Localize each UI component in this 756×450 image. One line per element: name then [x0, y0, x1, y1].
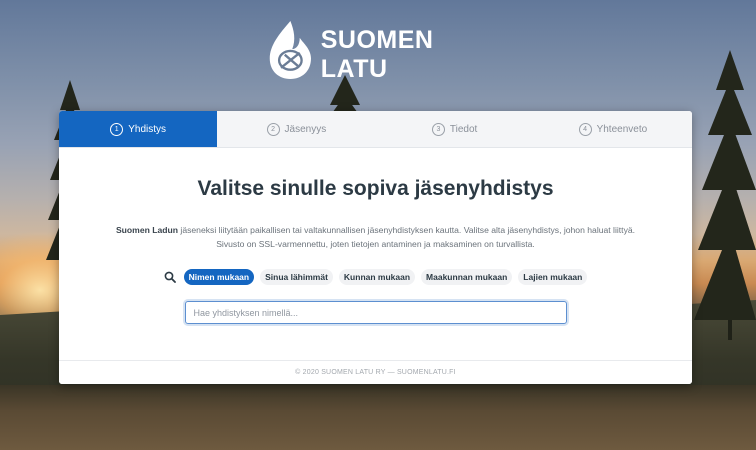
ground — [0, 385, 756, 450]
filter-nearest[interactable]: Sinua lähimmät — [260, 269, 333, 285]
search-mode-filters: Nimen mukaan Sinua lähimmät Kunnan mukaa… — [59, 269, 692, 285]
step-label: Jäsenyys — [284, 123, 327, 135]
step-jasenyys[interactable]: 2 Jäsenyys — [217, 111, 375, 147]
brand-logo[interactable]: SUOMEN LATU — [266, 16, 496, 84]
step-number: 3 — [431, 122, 445, 136]
flame-logo-icon — [269, 20, 311, 80]
step-number: 2 — [266, 122, 280, 136]
signup-card: 1 Yhdistys 2 Jäsenyys 3 Tiedot 4 Yhteenv… — [59, 111, 692, 384]
step-label: Yhteenveto — [596, 123, 648, 135]
page-title: Valitse sinulle sopiva jäsenyhdistys — [197, 177, 554, 200]
filter-by-municipality[interactable]: Kunnan mukaan — [338, 269, 416, 285]
step-label: Yhdistys — [128, 123, 167, 135]
search-icon — [164, 271, 176, 283]
progress-steps: 1 Yhdistys 2 Jäsenyys 3 Tiedot 4 Yhteenv… — [59, 111, 692, 148]
step-yhteenveto[interactable]: 4 Yhteenveto — [534, 111, 692, 147]
intro-line-1: jäseneksi liitytään paikallisen tai valt… — [178, 225, 636, 235]
step-label: Tiedot — [449, 123, 478, 135]
step-number: 4 — [578, 122, 592, 136]
filter-by-region[interactable]: Maakunnan mukaan — [421, 269, 513, 285]
intro-line-2: Sivusto on SSL-varmennettu, joten tietoj… — [216, 239, 535, 249]
intro-text: Suomen Ladun jäseneksi liitytään paikall… — [96, 223, 656, 251]
search-input[interactable] — [193, 307, 558, 318]
card-footer: © 2020 SUOMEN LATU RY — SUOMENLATU.FI — [59, 360, 692, 384]
filter-by-sport[interactable]: Lajien mukaan — [518, 269, 588, 285]
brand-name: SUOMEN LATU — [320, 26, 434, 83]
pine-tree — [694, 50, 756, 340]
main-content: Valitse sinulle sopiva jäsenyhdistys Suo… — [59, 177, 692, 324]
step-yhdistys[interactable]: 1 Yhdistys — [59, 111, 218, 147]
intro-bold: Suomen Ladun — [115, 225, 179, 235]
step-tiedot[interactable]: 3 Tiedot — [376, 111, 534, 147]
step-number: 1 — [110, 122, 124, 136]
filter-by-name[interactable]: Nimen mukaan — [183, 269, 255, 285]
search-field — [184, 301, 567, 324]
